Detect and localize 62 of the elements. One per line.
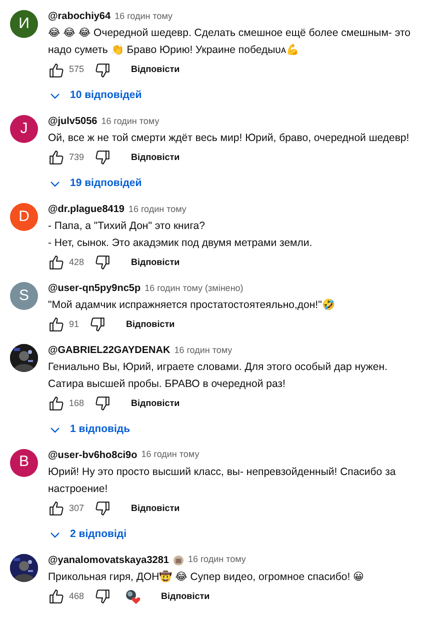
comment-text: Ой, все ж не той смерти ждёт весь мир! Юрий, браво, очередной шедевр! [48, 130, 410, 146]
reply-button[interactable]: Відповісти [127, 61, 184, 79]
replies-toggle[interactable]: 1 відповідь [46, 418, 134, 440]
like-icon[interactable] [48, 395, 65, 412]
comment-text: 😂 😂 😂 Очередной шедевр. Сделать смешное ещё более смешным- это надо суметь 👏 Браво Юрию! Украине победыᴜᴀ💪 [48, 26, 412, 58]
comment-time[interactable]: 16 годин тому [128, 202, 186, 216]
like-icon[interactable] [48, 254, 65, 272]
reply-button[interactable]: Відповісти [127, 500, 184, 518]
reply-button[interactable]: Відповісти [127, 395, 184, 412]
dislike-icon[interactable] [89, 316, 106, 334]
like-count: 307 [69, 502, 84, 515]
like-count: 575 [69, 63, 84, 76]
replies-toggle[interactable]: 2 відповіді [46, 524, 131, 546]
dislike-icon[interactable] [94, 254, 112, 272]
reply-button[interactable]: Відповісти [122, 316, 179, 334]
comment-time[interactable]: 16 годин тому [174, 344, 232, 357]
reply-button[interactable]: Відповісти [157, 588, 214, 606]
avatar[interactable]: S [10, 282, 38, 310]
comment-text: Прикольная гиря, ДОН🤠 😂 Супер видео, огромное спасибо! 😀 [48, 569, 365, 584]
chevron-down-icon [50, 426, 60, 433]
author-name[interactable]: @julv5056 [48, 114, 98, 129]
author-name[interactable]: @user-qn5py9nc5p [48, 280, 141, 296]
comment-text: Гениально Вы, Юрий, играете словами. Для этого особый дар нужен. Сатира высшей пробы. БРАВО в очередной раз! [48, 360, 388, 392]
dislike-icon[interactable] [94, 588, 112, 605]
replies-toggle[interactable]: 19 відповідей [46, 172, 146, 195]
like-count: 468 [69, 590, 84, 603]
comment-time[interactable]: 16 годин тому (змінено) [144, 282, 244, 295]
chevron-down-icon [50, 180, 60, 187]
comment-text: "Мой адамчик испражняется простатостоятеяльно,дон!"🤣 [48, 298, 336, 313]
like-icon[interactable] [48, 149, 65, 166]
author-name[interactable]: @rabochiy64 [48, 9, 111, 24]
like-count: 168 [69, 397, 84, 410]
avatar[interactable]: D [10, 202, 38, 231]
dislike-icon[interactable] [94, 62, 112, 78]
like-icon[interactable] [48, 316, 65, 334]
avatar[interactable]: J [10, 114, 38, 143]
comment-time[interactable]: 16 годин тому [188, 553, 246, 567]
reply-button[interactable]: Відповісти [127, 149, 184, 167]
chevron-down-icon [50, 532, 60, 538]
avatar[interactable]: B [10, 448, 38, 477]
author-name[interactable]: @GABRIEL22GAYDENAK [48, 342, 170, 358]
like-icon[interactable] [48, 62, 65, 78]
comment-time[interactable]: 16 годин тому [101, 114, 160, 128]
chevron-down-icon [50, 92, 60, 99]
comment-text: - Папа, а "Тихий Дон" это книга? - Нет, сынок. Это акадэмик под двумя метрами земли. [48, 218, 314, 251]
dislike-icon[interactable] [94, 395, 112, 412]
reply-button[interactable]: Відповісти [127, 254, 184, 272]
avatar[interactable]: И [10, 10, 38, 38]
author-name[interactable]: @user-bv6ho8ci9o [48, 448, 138, 463]
like-count: 428 [69, 256, 84, 269]
replies-toggle[interactable]: 10 відповідей [46, 85, 146, 107]
dislike-icon[interactable] [94, 500, 112, 518]
like-count: 739 [69, 151, 84, 164]
author-name[interactable]: @dr.plague8419 [48, 202, 124, 217]
like-count: 91 [69, 318, 80, 331]
comment-time[interactable]: 16 годин тому [141, 448, 200, 462]
like-icon[interactable] [48, 500, 65, 518]
comment-text: Юрий! Ну это просто высший класс, вы- непревзойденный! Спасибо за настроение! [48, 464, 397, 497]
dislike-icon[interactable] [94, 149, 112, 166]
author-name[interactable]: @yanalomovatskaya3281 [48, 552, 169, 568]
comment-time[interactable]: 16 годин тому [114, 10, 173, 24]
like-icon[interactable] [48, 588, 65, 605]
